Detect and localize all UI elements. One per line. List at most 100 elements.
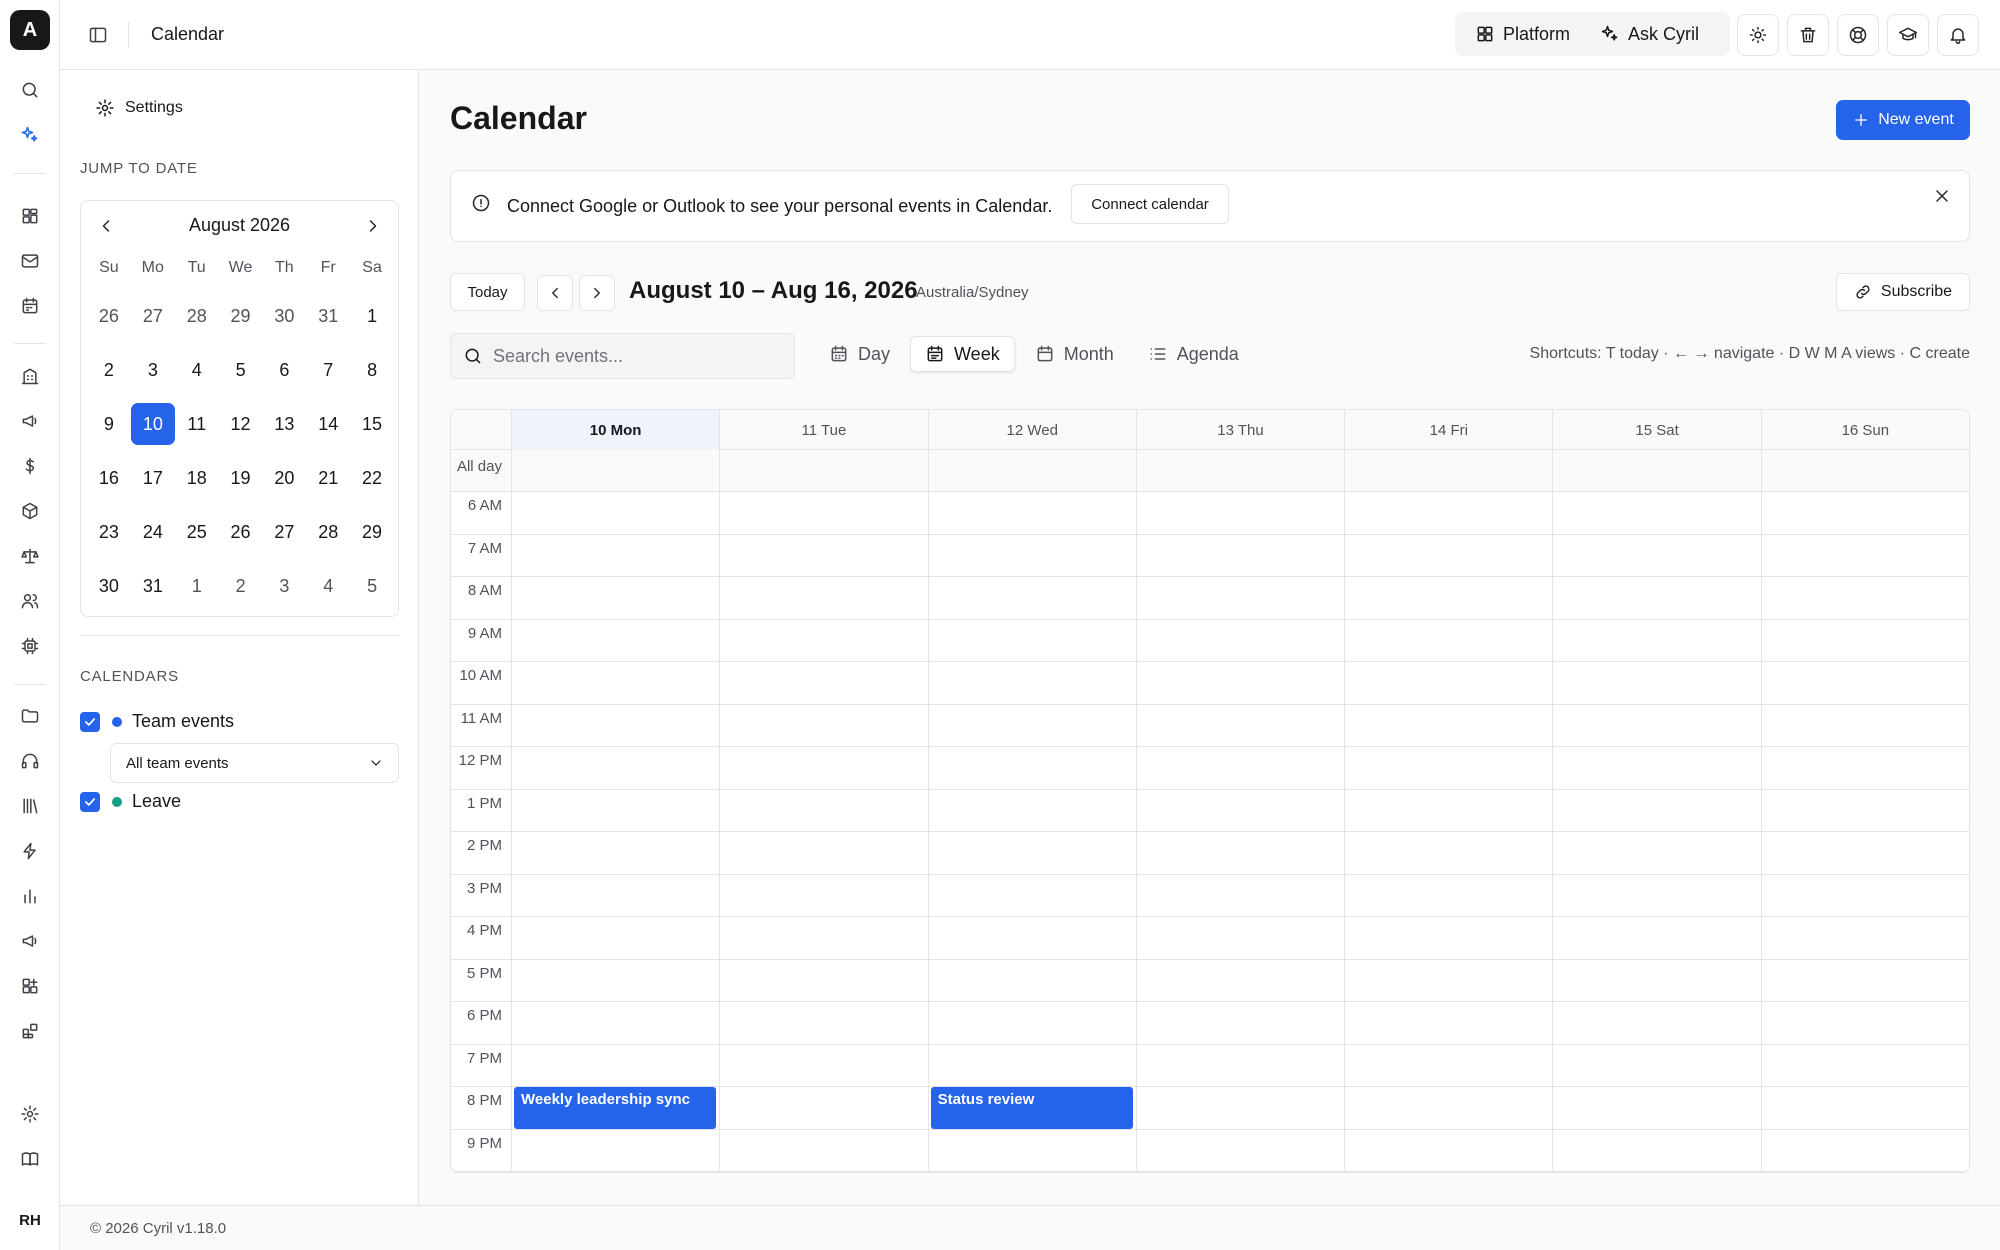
mini-calendar-day[interactable]: 2 (87, 343, 131, 397)
team-events-checkbox[interactable] (80, 711, 100, 732)
week-day-header[interactable]: 11 Tue (719, 410, 927, 450)
mini-calendar-day[interactable]: 4 (175, 343, 219, 397)
scale-icon[interactable] (15, 541, 45, 571)
hour-row[interactable]: 7 AM (451, 535, 1969, 577)
mini-calendar-day[interactable]: 5 (219, 343, 263, 397)
building-icon[interactable] (15, 361, 45, 391)
hour-row[interactable]: 5 PM (451, 960, 1969, 1002)
mini-calendar-day[interactable]: 4 (306, 559, 350, 613)
dollar-icon[interactable] (15, 451, 45, 481)
package-icon[interactable] (15, 496, 45, 526)
week-day-header[interactable]: 10 Mon (511, 410, 720, 450)
all-day-row[interactable]: All day (451, 450, 1969, 492)
team-events-filter-select[interactable]: All team events (110, 743, 399, 783)
hour-row[interactable]: 3 PM (451, 875, 1969, 917)
hour-row[interactable]: 9 PM (451, 1130, 1969, 1172)
mini-calendar-day[interactable]: 31 (306, 289, 350, 343)
notifications-button[interactable] (1937, 14, 1979, 56)
cpu-icon[interactable] (15, 631, 45, 661)
headphones-icon[interactable] (15, 746, 45, 776)
hour-row[interactable]: 1 PM (451, 790, 1969, 832)
book-icon[interactable] (15, 1144, 45, 1174)
help-button[interactable] (1837, 14, 1879, 56)
mini-calendar-day[interactable]: 24 (131, 505, 175, 559)
mini-calendar-day[interactable]: 7 (306, 343, 350, 397)
megaphone-icon[interactable] (15, 406, 45, 436)
mini-calendar-day[interactable]: 3 (262, 559, 306, 613)
settings-link[interactable]: Settings (95, 98, 183, 118)
megaphone-icon[interactable] (15, 926, 45, 956)
leave-checkbox[interactable] (80, 791, 100, 812)
mini-calendar-day[interactable]: 26 (219, 505, 263, 559)
folder-icon[interactable] (15, 701, 45, 731)
hour-row[interactable]: 12 PM (451, 747, 1969, 790)
mini-calendar-day[interactable]: 1 (175, 559, 219, 613)
mini-calendar-day[interactable]: 23 (87, 505, 131, 559)
mini-calendar-day[interactable]: 16 (87, 451, 131, 505)
prev-week-button[interactable] (537, 275, 573, 311)
trash-button[interactable] (1787, 14, 1829, 56)
tab-agenda[interactable]: Agenda (1134, 336, 1253, 372)
mini-calendar-day[interactable]: 22 (350, 451, 394, 505)
hour-row[interactable]: 8 AM (451, 577, 1969, 620)
mini-calendar-day[interactable]: 13 (262, 397, 306, 451)
mini-calendar-day[interactable]: 6 (262, 343, 306, 397)
users-icon[interactable] (15, 586, 45, 616)
mini-calendar-day[interactable]: 21 (306, 451, 350, 505)
app-logo[interactable]: A (10, 10, 50, 50)
mini-calendar-day[interactable]: 26 (87, 289, 131, 343)
hour-row[interactable]: 4 PM (451, 917, 1969, 960)
mini-calendar-day-selected[interactable]: 10 (130, 397, 175, 451)
next-week-button[interactable] (579, 275, 615, 311)
mini-calendar-day[interactable]: 11 (175, 397, 219, 451)
week-day-header[interactable]: 14 Fri (1344, 410, 1552, 450)
week-day-header[interactable]: 15 Sat (1552, 410, 1760, 450)
hour-row[interactable]: 6 PM (451, 1002, 1969, 1045)
week-day-header[interactable]: 16 Sun (1760, 410, 1969, 450)
mini-calendar-day[interactable]: 27 (262, 505, 306, 559)
ask-cyril-button[interactable]: Ask Cyril (1588, 17, 1711, 51)
hour-row[interactable]: 6 AM (451, 492, 1969, 535)
mini-calendar-day[interactable]: 9 (87, 397, 131, 451)
connect-calendar-button[interactable]: Connect calendar (1071, 184, 1229, 224)
mini-calendar-day[interactable]: 20 (262, 451, 306, 505)
mail-icon[interactable] (15, 246, 45, 276)
mini-calendar-day[interactable]: 27 (131, 289, 175, 343)
close-icon[interactable] (1929, 183, 1955, 209)
mini-calendar-day[interactable]: 3 (131, 343, 175, 397)
mini-calendar-day[interactable]: 15 (350, 397, 394, 451)
mini-calendar-day[interactable]: 5 (350, 559, 394, 613)
mini-calendar-day[interactable]: 29 (350, 505, 394, 559)
calendar-toggle-leave[interactable]: Leave (80, 791, 181, 812)
search-events-input[interactable] (492, 345, 782, 367)
next-month-button[interactable] (360, 213, 386, 239)
mini-calendar-day[interactable]: 31 (131, 559, 175, 613)
mini-calendar-day[interactable]: 28 (175, 289, 219, 343)
hour-row[interactable]: 2 PM (451, 832, 1969, 875)
mini-calendar-day[interactable]: 19 (219, 451, 263, 505)
mini-calendar-day[interactable]: 25 (175, 505, 219, 559)
mini-calendar-day[interactable]: 29 (219, 289, 263, 343)
bar-chart-icon[interactable] (15, 881, 45, 911)
tab-month[interactable]: Month (1021, 336, 1128, 372)
prev-month-button[interactable] (93, 213, 119, 239)
platform-button[interactable]: Platform (1463, 17, 1582, 51)
mini-calendar-day[interactable]: 17 (131, 451, 175, 505)
week-day-header[interactable]: 13 Thu (1135, 410, 1344, 450)
hour-row[interactable]: 11 AM (451, 705, 1969, 747)
mini-calendar-day[interactable]: 2 (219, 559, 263, 613)
user-avatar[interactable]: RH (10, 1205, 50, 1235)
sparkle-icon[interactable] (15, 120, 45, 150)
mini-calendar-day[interactable]: 1 (350, 289, 394, 343)
hour-row[interactable]: 9 AM (451, 620, 1969, 662)
mini-calendar-day[interactable]: 30 (262, 289, 306, 343)
search-icon[interactable] (15, 75, 45, 105)
tab-day[interactable]: Day (815, 336, 904, 372)
subscribe-button[interactable]: Subscribe (1836, 273, 1970, 311)
calendar-toggle-team-events[interactable]: Team events (80, 711, 234, 732)
sidebar-toggle-icon[interactable] (84, 21, 112, 49)
academy-button[interactable] (1887, 14, 1929, 56)
theme-toggle-button[interactable] (1737, 14, 1779, 56)
mini-calendar-day[interactable]: 18 (175, 451, 219, 505)
library-icon[interactable] (15, 791, 45, 821)
